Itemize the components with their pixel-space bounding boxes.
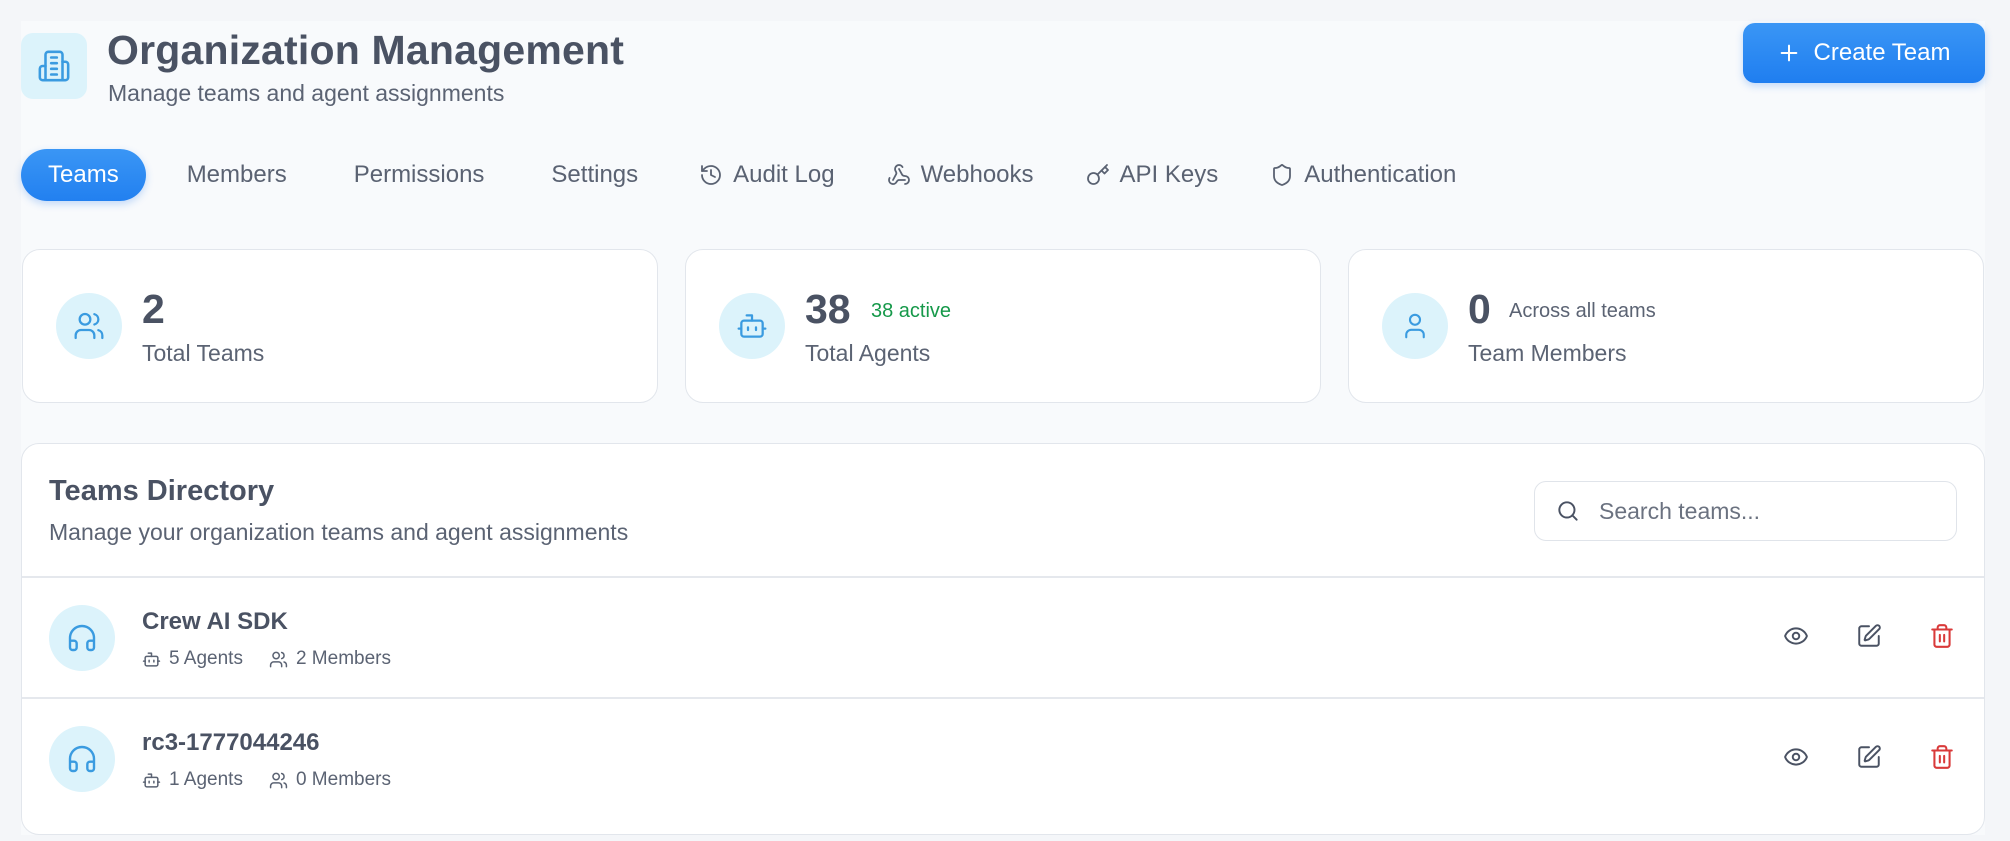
tab-label: Teams [48,161,119,188]
shield-icon [1270,163,1294,187]
search-box[interactable] [1534,481,1957,541]
tab-label: Members [186,161,287,188]
edit-button[interactable] [1849,616,1889,656]
table-row[interactable]: Crew AI SDK 5 Agents 2 Members [22,578,1984,698]
directory-title: Teams Directory [49,475,275,507]
tab-settings[interactable]: Settings [525,149,664,201]
stat-label: Total Teams [142,340,265,366]
tab-api-keys[interactable]: API Keys [1060,149,1245,201]
tab-members[interactable]: Members [161,149,313,201]
row-actions [1776,737,1962,777]
agent-count-label: 1 Agents [169,769,243,790]
page-header: Organization Management Manage teams and… [21,21,1985,111]
team-meta: 5 Agents 2 Members [142,648,417,670]
delete-button[interactable] [1922,737,1962,777]
user-icon [1382,293,1448,359]
member-count-label: 0 Members [295,769,391,790]
member-count: 0 Members [269,769,391,791]
stat-value: 0 [1468,286,1491,332]
teams-directory: Teams Directory Manage your organization… [21,443,1985,835]
team-name: rc3-1777044246 [142,729,320,756]
agent-count-label: 5 Agents [169,648,243,669]
view-button[interactable] [1776,737,1816,777]
pencil-icon [1856,744,1882,770]
page-title: Organization Management [107,27,625,73]
tab-label: Webhooks [920,161,1034,188]
agent-count: 5 Agents [142,648,243,670]
view-button[interactable] [1776,616,1816,656]
bot-icon [142,650,161,669]
stat-value: 2 [142,286,165,332]
trash-icon [1929,623,1955,649]
bot-icon [142,771,161,790]
tab-authentication[interactable]: Authentication [1244,149,1482,201]
plus-icon [1778,42,1800,64]
tab-bar: Teams Members Permissions Settings Audit… [21,149,1482,201]
trash-icon [1929,744,1955,770]
search-icon [1555,498,1581,524]
headphones-icon [49,726,115,792]
history-icon [699,163,723,187]
tab-label: Settings [551,161,639,188]
table-row[interactable]: rc3-1777044246 1 Agents 0 Members [22,699,1984,819]
users-icon [56,293,122,359]
page-subtitle: Manage teams and agent assignments [108,80,505,106]
agent-count: 1 Agents [142,769,243,791]
building-icon [21,33,87,99]
tab-label: API Keys [1119,161,1219,188]
headphones-icon [49,605,115,671]
row-actions [1776,616,1962,656]
edit-button[interactable] [1849,737,1889,777]
tab-webhooks[interactable]: Webhooks [861,149,1060,201]
pencil-icon [1856,623,1882,649]
tab-teams[interactable]: Teams [21,149,146,201]
tab-label: Audit Log [733,161,835,188]
search-input[interactable] [1599,497,1939,525]
stat-label: Total Agents [805,340,931,366]
create-team-label: Create Team [1813,39,1951,66]
page: Organization Management Manage teams and… [21,21,1985,835]
key-icon [1086,163,1110,187]
members-note: Across all teams [1509,300,1656,322]
tab-audit-log[interactable]: Audit Log [673,149,860,201]
team-meta: 1 Agents 0 Members [142,769,417,791]
directory-subtitle: Manage your organization teams and agent… [49,519,629,545]
users-icon [269,771,288,790]
tab-permissions[interactable]: Permissions [328,149,511,201]
tab-label: Authentication [1304,161,1457,188]
team-name: Crew AI SDK [142,608,288,635]
stat-card-team-members: 0 Across all teams Team Members [1348,249,1984,403]
stat-label: Team Members [1468,340,1627,366]
member-count-label: 2 Members [295,648,391,669]
delete-button[interactable] [1922,616,1962,656]
eye-icon [1783,744,1809,770]
eye-icon [1783,623,1809,649]
create-team-button[interactable]: Create Team [1743,23,1985,83]
stat-card-total-agents: 38 38 active Total Agents [685,249,1321,403]
tab-label: Permissions [353,161,485,188]
webhook-icon [887,163,911,187]
users-icon [269,650,288,669]
active-agents-note: 38 active [871,300,952,322]
member-count: 2 Members [269,648,391,670]
stat-card-total-teams: 2 Total Teams [22,249,658,403]
bot-icon [719,293,785,359]
stat-value: 38 [805,286,851,332]
